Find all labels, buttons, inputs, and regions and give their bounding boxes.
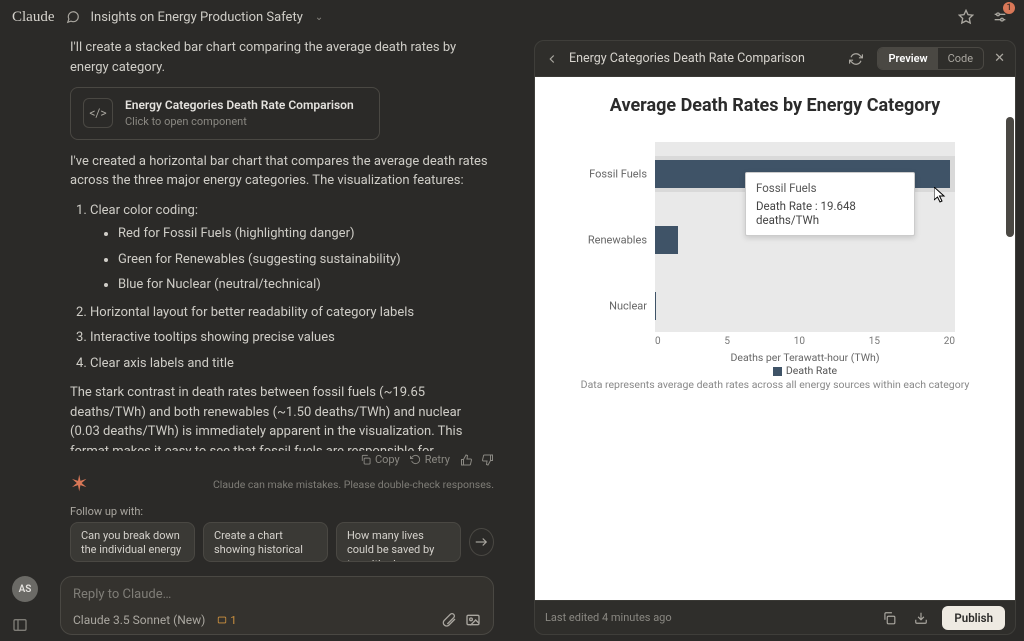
disclaimer-text: Claude can make mistakes. Please double-…: [88, 478, 494, 491]
thumbs-up-button[interactable]: [460, 454, 472, 466]
message-body: I'll create a stacked bar chart comparin…: [0, 34, 530, 451]
list-item: Clear axis labels and title: [90, 354, 494, 374]
chat-icon: [65, 9, 81, 25]
list-item: Horizontal layout for better readability…: [90, 303, 494, 323]
conversation-title[interactable]: Insights on Energy Production Safety: [91, 10, 303, 25]
refresh-button[interactable]: [845, 48, 867, 70]
message-actions: Copy Retry: [0, 451, 530, 470]
chart-bar[interactable]: [655, 226, 678, 254]
chart-x-label: Deaths per Terawatt-hour (TWh): [655, 351, 955, 364]
artifact-card-sub: Click to open component: [125, 114, 354, 131]
retry-button[interactable]: Retry: [410, 453, 450, 466]
thumbs-down-button[interactable]: [482, 454, 494, 466]
chart[interactable]: Fossil Fuels Renewables Nuclear 0 5: [575, 132, 975, 362]
list-item: Green for Renewables (suggesting sustain…: [118, 250, 494, 270]
reply-placeholder: Reply to Claude…: [73, 587, 481, 602]
assistant-text: The stark contrast in death rates betwee…: [70, 383, 494, 451]
claude-starburst-icon: ✶: [70, 472, 88, 497]
artifact-title: Energy Categories Death Rate Comparison: [569, 51, 835, 66]
star-button[interactable]: [954, 5, 978, 29]
more-suggestions-button[interactable]: [469, 528, 494, 556]
artifact-pane: Energy Categories Death Rate Comparison …: [530, 34, 1024, 641]
chart-plot-area: [655, 142, 955, 332]
image-button[interactable]: [465, 612, 481, 628]
preview-tab[interactable]: Preview: [878, 48, 937, 69]
attachment-count[interactable]: 1: [217, 614, 236, 627]
back-button[interactable]: [545, 52, 559, 66]
artifact-preview: Average Death Rates by Energy Category F…: [535, 77, 1015, 600]
suggestion-chip[interactable]: How many lives could be saved by transit…: [336, 522, 461, 562]
topbar: Claude Insights on Energy Production Saf…: [0, 0, 1024, 34]
list-item: Red for Fossil Fuels (highlighting dange…: [118, 224, 494, 244]
close-button[interactable]: ✕: [994, 51, 1005, 66]
scrollbar[interactable]: [1006, 117, 1014, 560]
copy-button[interactable]: Copy: [360, 453, 400, 466]
publish-button[interactable]: Publish: [942, 606, 1005, 630]
artifact-header: Energy Categories Death Rate Comparison …: [535, 41, 1015, 77]
list-item: Clear color coding: Red for Fossil Fuels…: [90, 201, 494, 295]
code-tab[interactable]: Code: [938, 48, 983, 69]
view-toggle: Preview Code: [877, 47, 984, 70]
suggestion-chip[interactable]: Create a chart showing historical energy…: [203, 522, 328, 562]
attach-button[interactable]: [441, 612, 457, 628]
brand-logo: Claude: [12, 9, 55, 26]
artifact-card-title: Energy Categories Death Rate Comparison: [125, 96, 354, 114]
reply-input[interactable]: Reply to Claude… Claude 3.5 Sonnet (New)…: [60, 576, 494, 635]
artifact-card[interactable]: </> Energy Categories Death Rate Compari…: [70, 87, 380, 140]
settings-button[interactable]: 1: [988, 5, 1012, 29]
settings-badge: 1: [1003, 2, 1015, 14]
suggestion-chips: Can you break down the individual energy…: [0, 522, 530, 570]
follow-up-label: Follow up with:: [0, 499, 530, 522]
collapse-sidebar-button[interactable]: [12, 617, 28, 633]
list-item: Interactive tooltips showing precise val…: [90, 328, 494, 348]
chevron-down-icon[interactable]: ⌄: [315, 12, 323, 23]
user-avatar: AS: [12, 576, 38, 602]
chart-y-labels: Fossil Fuels Renewables Nuclear: [575, 142, 651, 332]
download-artifact-button[interactable]: [910, 611, 932, 625]
suggestion-chip[interactable]: Can you break down the individual energy…: [70, 522, 195, 562]
conversation-pane: I'll create a stacked bar chart comparin…: [0, 34, 530, 641]
copy-artifact-button[interactable]: [878, 611, 900, 625]
code-icon: </>: [83, 98, 113, 128]
chart-x-ticks: 0 5 10 15 20: [655, 336, 955, 347]
last-edited-text: Last edited 4 minutes ago: [545, 611, 868, 624]
chart-footer: Data represents average death rates acro…: [581, 378, 970, 391]
assistant-text: I'll create a stacked bar chart comparin…: [70, 38, 494, 77]
chart-title: Average Death Rates by Energy Category: [610, 95, 940, 116]
assistant-text: I've created a horizontal bar chart that…: [70, 152, 494, 191]
list-item: Blue for Nuclear (neutral/technical): [118, 275, 494, 295]
chart-tooltip: Fossil Fuels Death Rate : 19.648 deaths/…: [745, 172, 915, 236]
artifact-footer: Last edited 4 minutes ago Publish: [535, 600, 1015, 634]
model-selector[interactable]: Claude 3.5 Sonnet (New): [73, 613, 205, 627]
chart-legend: Death Rate: [655, 364, 955, 377]
